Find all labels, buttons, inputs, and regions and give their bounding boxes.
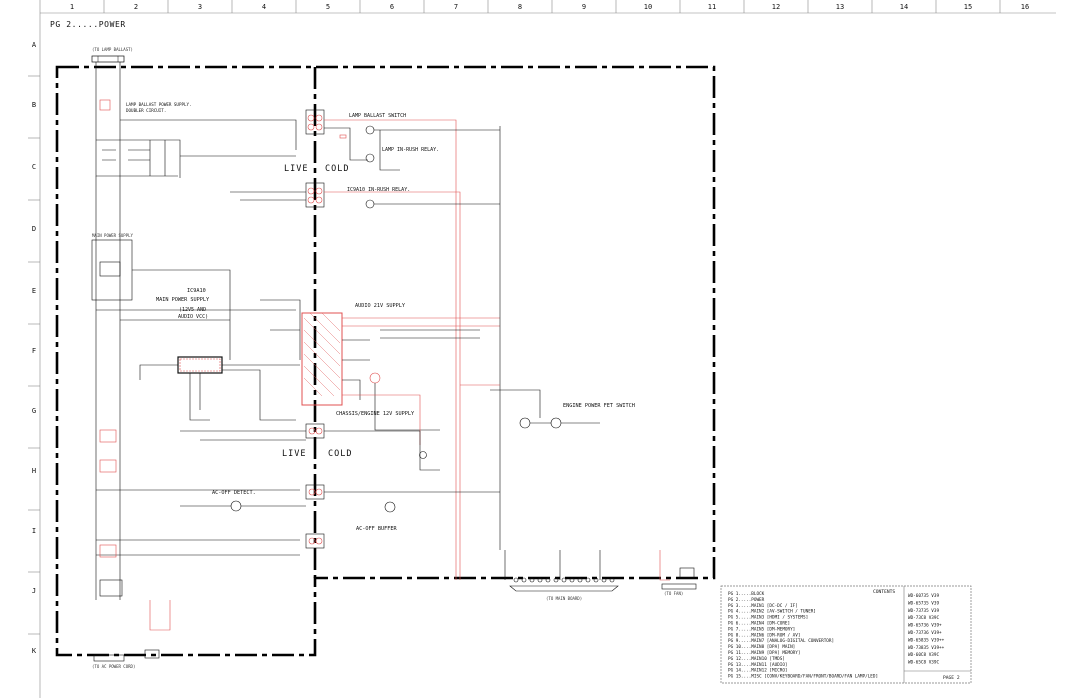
col-label: 8	[518, 3, 522, 11]
contents-page-entry: PG 14....MAIN12 [MICRO]	[728, 668, 788, 674]
col-label: 12	[772, 3, 780, 11]
col-label: 14	[900, 3, 908, 11]
contents-table: CONTENTS PAGE 2 PG 1.....BLOCK PG 2.....P…	[720, 585, 972, 684]
ac-off-buffer-label: AC-OFF BUFFER	[356, 526, 397, 532]
contents-model-entry: WD-73C8 V39C	[908, 615, 939, 621]
contents-model-entry: WD-60735 V39	[908, 593, 939, 599]
live-label-top: LIVE	[284, 164, 308, 174]
engine-fet-label: ENGINE POWER FET SWITCH	[563, 403, 635, 409]
contents-model-entry: WD-65835 V39++	[908, 637, 945, 643]
contents-model-entry: WD-65735 V39	[908, 600, 939, 606]
cold-label-top: COLD	[325, 164, 349, 174]
contents-model-entry: WD-60C8 V39C	[908, 652, 939, 658]
chassis-engine-label: CHASSIS/ENGINE 12V SUPPLY	[336, 411, 415, 417]
ac-off-detect-label: AC-OFF DETECT.	[212, 490, 256, 496]
row-label: H	[32, 467, 36, 475]
col-label: 16	[1021, 3, 1029, 11]
page-title: PG 2.....POWER	[50, 20, 126, 29]
col-label: 11	[708, 3, 716, 11]
contents-page-entry: PG 10....MAIN8 [DPA] MAIN]	[728, 644, 795, 650]
contents-page-entry: PG 7.....MAIN5 [DM-MEMORY]	[728, 626, 795, 632]
col-label: 13	[836, 3, 844, 11]
col-label: 10	[644, 3, 652, 11]
row-label: G	[32, 407, 36, 415]
contents-model-entry: WD-65C8 V39C	[908, 660, 939, 666]
row-label: D	[32, 225, 36, 233]
col-label: 6	[390, 3, 394, 11]
lamp-inrush-label: LAMP IN-RUSH RELAY.	[382, 147, 439, 153]
col-label: 9	[582, 3, 586, 11]
live-label-bottom: LIVE	[282, 449, 306, 459]
col-label: 2	[134, 3, 138, 11]
ac-power-cord-label: (TO AC POWER CORD)	[92, 664, 135, 669]
lamp-ballast-power-label: LAMP BALLAST POWER SUPPLY.	[126, 102, 192, 107]
contents-model-entry: WD-65736 V39+	[908, 623, 942, 629]
contents-model-entry: WD-73736 V39+	[908, 630, 942, 636]
main-board-label: (TO MAIN BOARD)	[546, 596, 582, 601]
contents-page-label: PAGE 2	[943, 675, 960, 681]
contents-page-entry: PG 3.....MAIN1 [DC-DC / IF]	[728, 603, 798, 609]
contents-page-entry: PG 13....MAIN11 [AUDIO]	[728, 662, 788, 668]
main-power-label: MAIN POWER SUPPLY	[156, 297, 210, 303]
lamp-ballast-switch-label: LAMP BALLAST SWITCH	[349, 113, 406, 119]
schematic-sheet: 1 2 3 4 5 6 7 8 9 10 11 12 13 14 15 16 A…	[0, 0, 1080, 698]
row-label: C	[32, 163, 36, 171]
contents-page-entry: PG 4.....MAIN2 [AV-SWITCH / TUNER]	[728, 609, 816, 615]
contents-page-entry: PG 12....MAIN10 [TMDS]	[728, 656, 785, 662]
contents-page-entry: PG 15....MISC [CONV/KEYBOARD/FAN/FRONT/B…	[728, 674, 878, 680]
contents-page-entry: PG 6.....MAIN4 [DM-CORE]	[728, 621, 790, 627]
cold-label-bottom: COLD	[328, 449, 352, 459]
contents-page-entry: PG 11....MAIN9 [DPA] MEMORY]	[728, 650, 800, 656]
row-label: F	[32, 347, 36, 355]
contents-heading: CONTENTS	[873, 589, 895, 595]
audio-vcc-label: AUDIO VCC)	[178, 314, 208, 320]
col-label: 5	[326, 3, 330, 11]
contents-page-entry: PG 1.....BLOCK	[728, 591, 765, 597]
row-label: I	[32, 527, 36, 535]
ic9a10-label: IC9A10	[187, 288, 206, 294]
main-power-note: MAIN POWER SUPPLY	[92, 233, 134, 238]
audio-21v-label: AUDIO 21V SUPPLY	[355, 303, 406, 309]
col-label: 3	[198, 3, 202, 11]
row-label: J	[32, 587, 36, 595]
col-label: 15	[964, 3, 972, 11]
contents-model-entry: WD-73835 V39++	[908, 645, 945, 651]
contents-page-entry: PG 9.....MAIN7 [ANALOG-DIGITAL CONVERTOR…	[728, 638, 834, 644]
contents-page-entry: PG 5.....MAIN3 [HDMI / SYSTEMS]	[728, 615, 808, 621]
fan-label: (TO FAN)	[664, 591, 683, 596]
col-label: 4	[262, 3, 266, 11]
row-label: B	[32, 101, 36, 109]
contents-page-entry: PG 2.....POWER	[728, 597, 765, 603]
contents-page-entry: PG 8.....MAIN6 [DM-ROM / AV]	[728, 632, 800, 638]
row-label: E	[32, 287, 36, 295]
contents-model-entry: WD-73735 V39	[908, 608, 939, 614]
v12-label: (12V5 AND	[179, 307, 206, 313]
col-label: 1	[70, 3, 74, 11]
col-label: 7	[454, 3, 458, 11]
lamp-ballast-top-label: (TO LAMP BALLAST)	[92, 47, 133, 52]
ic9a10-inrush-label: IC9A10 IN-RUSH RELAY.	[347, 187, 410, 193]
lamp-ballast-power-label-2: DOUBLER CIRCUIT.	[126, 108, 166, 113]
